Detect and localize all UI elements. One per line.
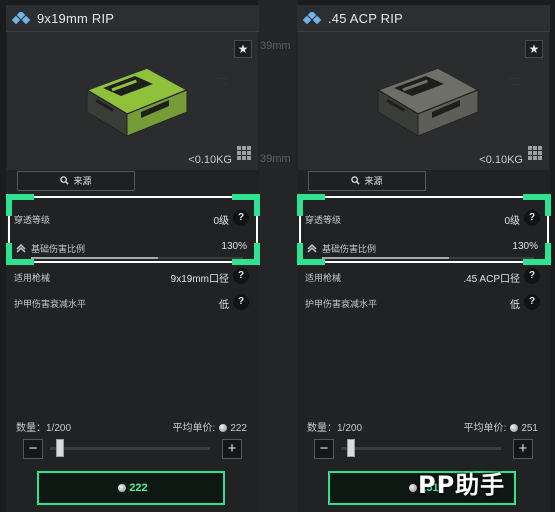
watermark: PP助手 <box>418 471 506 499</box>
coin-icon <box>510 424 519 432</box>
highlight-corner <box>254 194 260 216</box>
card-header: 9x19mm RIP <box>6 5 259 32</box>
source-button[interactable]: 来源 <box>308 171 426 191</box>
item-title: 9x19mm RIP <box>37 11 115 26</box>
highlight-corner <box>545 194 551 216</box>
avg-price-label: 平均单价: <box>463 423 507 434</box>
stat-row-weapon: 适用枪械 .45 ACP口径 ? <box>302 266 542 288</box>
ammo-card-45acp: .45 ACP RIP ★ · · · · · · · · <0.10KG 来源… <box>297 5 551 512</box>
stat-value: 9x19mm口径 <box>170 274 229 285</box>
item-image-area: ★ · · · · · · · · <0.10KG <box>7 32 258 170</box>
increase-quantity-button[interactable]: + <box>513 439 533 459</box>
quantity-slider-handle[interactable] <box>56 439 64 457</box>
quantity-slider[interactable] <box>341 447 501 450</box>
box-detail-text: · · · · · <box>217 76 229 81</box>
item-title: .45 ACP RIP <box>328 11 403 26</box>
diamond-icon <box>12 12 31 25</box>
decrease-quantity-button[interactable]: − <box>23 439 43 459</box>
stat-value: 低 <box>510 300 520 311</box>
highlight-corner <box>297 194 303 216</box>
highlight-corner <box>297 243 303 265</box>
grid-icon <box>237 146 251 160</box>
buy-total: 222 <box>39 482 223 494</box>
stat-value: 低 <box>219 300 229 311</box>
quantity-slider-handle[interactable] <box>347 439 355 457</box>
item-image-area: ★ · · · · · · · · <0.10KG <box>298 32 549 170</box>
stat-label: 适用枪械 <box>305 273 342 283</box>
source-label: 来源 <box>364 176 383 186</box>
star-icon: ★ <box>237 42 249 56</box>
buy-button[interactable]: 222 <box>37 471 225 505</box>
ghost-text: 39mm <box>260 153 291 165</box>
ammo-box-image <box>85 67 189 137</box>
help-icon[interactable]: ? <box>524 294 540 310</box>
highlight-box <box>297 194 551 265</box>
increase-quantity-button[interactable]: + <box>222 439 242 459</box>
coin-icon <box>409 484 418 492</box>
stat-row-armor-damage: 护甲伤害衰减水平 低 ? <box>11 292 251 314</box>
star-icon: ★ <box>528 42 540 56</box>
highlight-corner <box>545 243 551 265</box>
search-icon <box>60 176 70 185</box>
avg-price-value: 222 <box>230 423 247 434</box>
item-weight: <0.10KG <box>188 154 232 166</box>
ammo-card-9x19: 9x19mm RIP ★ · · · · · · · · <0.10KG 来源 … <box>6 5 260 512</box>
quantity-slider[interactable] <box>50 447 210 450</box>
coin-icon <box>118 484 127 492</box>
item-weight: <0.10KG <box>479 154 523 166</box>
highlight-corner <box>6 194 12 216</box>
highlight-box <box>6 194 260 265</box>
grid-icon <box>528 146 542 160</box>
stat-value: .45 ACP口径 <box>463 274 520 285</box>
box-detail-text: · · · · · <box>508 76 520 81</box>
buy-total-value: 222 <box>129 482 148 494</box>
ghost-text: 39mm <box>260 40 291 52</box>
decrease-quantity-button[interactable]: − <box>314 439 334 459</box>
avg-price-value: 251 <box>521 423 538 434</box>
stat-row-weapon: 适用枪械 9x19mm口径 ? <box>11 266 251 288</box>
stat-label: 适用枪械 <box>14 273 51 283</box>
background-separator: 39mm 39mm <box>258 0 298 512</box>
help-icon[interactable]: ? <box>233 268 249 284</box>
favorite-star-button[interactable]: ★ <box>234 40 252 58</box>
box-detail-text: · · · <box>512 82 519 87</box>
avg-price: 平均单价: 251 <box>464 419 538 434</box>
card-header: .45 ACP RIP <box>297 5 550 32</box>
quantity-label: 数量：1/200 <box>307 423 363 434</box>
diamond-icon <box>303 12 322 25</box>
help-icon[interactable]: ? <box>233 294 249 310</box>
quantity-label: 数量：1/200 <box>16 423 72 434</box>
favorite-star-button[interactable]: ★ <box>525 40 543 58</box>
stat-label: 护甲伤害衰减水平 <box>305 299 378 309</box>
box-detail-text: · · · <box>221 82 228 87</box>
avg-price-label: 平均单价: <box>172 423 216 434</box>
highlight-corner <box>6 243 12 265</box>
source-button[interactable]: 来源 <box>17 171 135 191</box>
help-icon[interactable]: ? <box>524 268 540 284</box>
coin-icon <box>219 424 228 432</box>
avg-price: 平均单价: 222 <box>173 419 247 434</box>
source-label: 来源 <box>73 176 92 186</box>
stat-label: 护甲伤害衰减水平 <box>14 299 87 309</box>
ammo-box-image <box>376 67 480 137</box>
search-icon <box>351 176 361 185</box>
highlight-corner <box>254 243 260 265</box>
stat-row-armor-damage: 护甲伤害衰减水平 低 ? <box>302 292 542 314</box>
